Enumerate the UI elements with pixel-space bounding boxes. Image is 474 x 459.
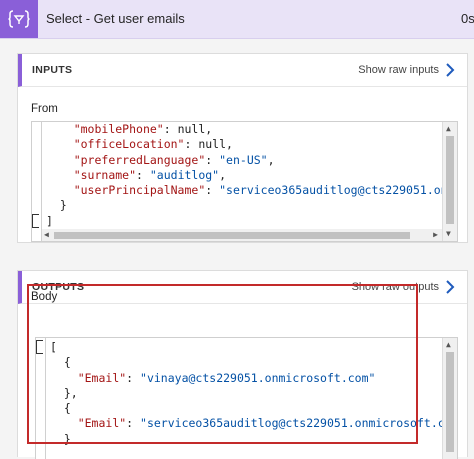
scroll-left-icon[interactable]: ◀ <box>44 230 49 240</box>
outputs-header: OUTPUTS Show raw outputs <box>18 271 467 304</box>
outputs-card: OUTPUTS Show raw outputs Body [ { "Email… <box>17 270 468 459</box>
inputs-card: INPUTS Show raw inputs From "mobilePhone… <box>17 53 468 243</box>
body-code-box[interactable]: [ { "Email": "vinaya@cts229051.onmicroso… <box>35 337 458 459</box>
from-code-box[interactable]: "mobilePhone": null, "officeLocation": n… <box>31 121 458 242</box>
show-raw-outputs-link[interactable]: Show raw outputs <box>352 281 439 293</box>
code-line: { <box>63 401 71 416</box>
code-line: "Email": "vinaya@cts229051.onmicrosoft.c… <box>77 370 376 385</box>
from-code-content: "mobilePhone": null, "officeLocation": n… <box>46 122 457 229</box>
inputs-hscroll-thumb[interactable] <box>54 232 410 239</box>
body-code-content: [ { "Email": "vinaya@cts229051.onmicroso… <box>50 340 458 447</box>
chevron-right-icon[interactable] <box>443 62 457 78</box>
data-operation-icon <box>0 0 38 38</box>
scroll-right-icon[interactable]: ▶ <box>433 230 438 240</box>
body-label: Body <box>31 291 58 303</box>
code-line: "officeLocation": null, <box>73 137 233 152</box>
action-duration: 0s <box>461 11 474 26</box>
code-line: ] <box>46 213 53 228</box>
inputs-vertical-scrollbar[interactable]: ▲ ▼ <box>442 122 457 241</box>
fold-marker <box>32 214 39 228</box>
inputs-vscroll-thumb[interactable] <box>446 136 454 224</box>
action-title: Select - Get user emails <box>46 11 185 26</box>
code-line: [ <box>50 340 57 354</box>
outputs-vscroll-thumb[interactable] <box>446 352 454 452</box>
code-line: }, <box>63 385 78 400</box>
code-line: "userPrincipalName": "serviceo365auditlo… <box>73 183 457 198</box>
scroll-up-icon[interactable]: ▲ <box>446 340 451 350</box>
code-line: "mobilePhone": null, <box>73 122 213 136</box>
code-gutter <box>32 122 42 241</box>
code-line: "surname": "auditlog", <box>73 167 227 182</box>
code-line: "Email": "serviceo365auditlog@cts229051.… <box>77 416 458 431</box>
action-header[interactable]: Select - Get user emails 0s <box>0 0 474 39</box>
inputs-title: INPUTS <box>32 64 73 76</box>
from-label: From <box>31 103 58 115</box>
inputs-horizontal-scrollbar[interactable]: ◀ ▶ <box>42 229 442 241</box>
code-line: "preferredLanguage": "en-US", <box>73 152 275 167</box>
chevron-right-icon[interactable] <box>443 279 457 295</box>
fold-marker <box>36 340 43 354</box>
code-line: } <box>59 198 67 213</box>
code-line: { <box>63 355 71 370</box>
show-raw-inputs-link[interactable]: Show raw inputs <box>358 64 439 76</box>
code-gutter <box>36 338 46 459</box>
scroll-up-icon[interactable]: ▲ <box>446 124 451 134</box>
outputs-vertical-scrollbar[interactable]: ▲ <box>442 338 457 459</box>
inputs-header: INPUTS Show raw inputs <box>18 54 467 87</box>
code-line: } <box>63 431 71 446</box>
scroll-down-icon[interactable]: ▼ <box>446 229 451 239</box>
